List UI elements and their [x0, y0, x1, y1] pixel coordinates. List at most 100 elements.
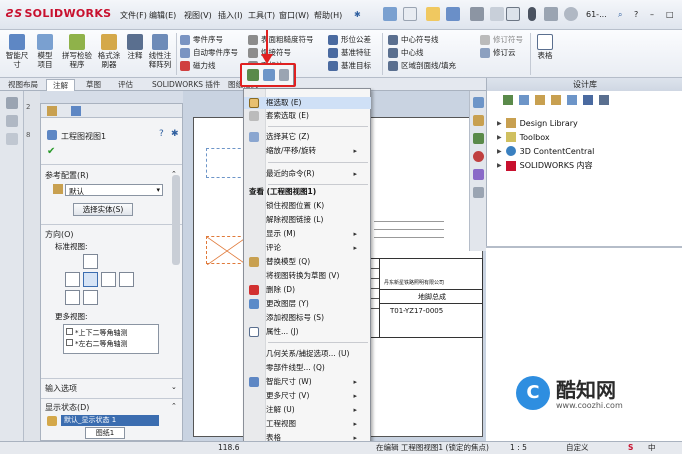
balloon-button[interactable]: 零件序号 [180, 33, 238, 46]
new-document-icon[interactable] [403, 7, 417, 21]
feature-tree-tab-icon[interactable] [47, 106, 57, 116]
smart-dimension-button[interactable]: 智能尺寸 [4, 34, 30, 69]
expand-arrow-icon[interactable]: ▶ [497, 148, 502, 155]
tree-item-3d-contentcentral[interactable]: ▶ 3D ContentCentral [497, 146, 594, 156]
menu-item-replace-model[interactable]: 替换模型 (Q) [244, 256, 371, 268]
print-icon[interactable] [470, 7, 484, 21]
ime-mode-icon[interactable]: 中 [648, 442, 656, 454]
menu-window[interactable]: 窗口(W) [279, 10, 309, 21]
revision-cloud-button[interactable]: 修订云 [480, 46, 523, 59]
menu-item-properties[interactable]: 属性... (J) [244, 326, 371, 338]
tree-item-solidworks-content[interactable]: ▶ SOLIDWORKS 内容 [497, 160, 593, 171]
center-mark-button[interactable]: 中心符号线 [388, 33, 456, 46]
search-icon[interactable]: ⌕ [618, 10, 622, 20]
sheet-icon[interactable] [6, 97, 18, 109]
menu-item-smart-dimension[interactable]: 智能尺寸 (W) ▸ [244, 376, 371, 388]
datum-feature-button[interactable]: 基准特征 [328, 46, 371, 59]
menu-item-lasso-select[interactable]: 套索选取 (E) [244, 110, 371, 122]
menu-item-select-other[interactable]: 选择其它 (Z) [244, 131, 371, 143]
expand-icon[interactable]: ⌄ [171, 383, 177, 391]
checkbox-icon[interactable] [66, 339, 73, 346]
display-state-item[interactable]: 默认_显示状态 1 [61, 415, 159, 426]
help-icon[interactable]: ? [159, 129, 164, 139]
menu-insert[interactable]: 插入(I) [218, 10, 243, 21]
view-isometric-button[interactable] [65, 290, 80, 305]
auto-balloon-button[interactable]: 自动零件序号 [180, 46, 238, 59]
ime-icon[interactable]: S [628, 442, 633, 454]
menu-item-recent-commands[interactable]: 最近的命令(R) ▸ [244, 168, 371, 180]
open-folder-icon[interactable] [426, 7, 440, 21]
menu-item-lock-view-position[interactable]: 锁住视图位置 (K) [244, 200, 371, 212]
pin-icon[interactable]: ✱ [171, 129, 179, 139]
view-top-button[interactable] [83, 254, 98, 269]
menu-item-change-layer[interactable]: 更改图层 (Y) [244, 298, 371, 310]
file-explorer-tab-icon[interactable] [473, 133, 484, 144]
weld-symbol-button[interactable]: 焊接符号 [248, 46, 314, 59]
view-back-button[interactable] [119, 272, 134, 287]
menu-item-add-view-label[interactable]: 添加视图标号 (S) [244, 312, 371, 324]
tab-view-layout[interactable]: 视图布局 [2, 79, 44, 91]
view-left-button[interactable] [65, 272, 80, 287]
expand-arrow-icon[interactable]: ▶ [497, 120, 502, 127]
solidworks-logo[interactable]: ƧS SOLIDWORKS [6, 7, 111, 20]
create-folder-icon[interactable] [551, 95, 561, 105]
note-button[interactable]: 注释 [126, 34, 144, 60]
checkbox-icon[interactable] [66, 328, 73, 335]
traffic-light-icon[interactable] [528, 7, 536, 21]
menu-file[interactable]: 文件(F) [120, 10, 147, 21]
view-boundary[interactable] [206, 148, 246, 178]
geometric-tolerance-button[interactable]: 形位公差 [328, 33, 371, 46]
help-icon[interactable]: ? [634, 10, 638, 19]
menu-item-zoom-pan-rotate[interactable]: 缩放/平移/旋转 ▸ [244, 145, 371, 157]
view-right-button[interactable] [101, 272, 116, 287]
menu-item-delete[interactable]: 删除 (D) [244, 284, 371, 296]
list-item[interactable]: *上下二等角轴测 [66, 328, 128, 338]
home-icon[interactable] [383, 7, 397, 21]
magnetic-line-button[interactable]: 磁力线 [180, 59, 238, 72]
sheet-tab[interactable]: 图纸1 [85, 427, 125, 439]
menu-item-drawing-views[interactable]: 工程视图 ▸ [244, 418, 371, 430]
tab-sketch[interactable]: 草图 [80, 79, 107, 91]
refresh-icon[interactable] [567, 95, 577, 105]
upload-icon[interactable] [583, 95, 593, 105]
menu-item-annotations[interactable]: 注解 (U) ▸ [244, 404, 371, 416]
options-gear-icon[interactable] [564, 7, 578, 21]
tab-annotation[interactable]: 注解 [46, 79, 75, 91]
forward-icon[interactable] [519, 95, 529, 105]
menu-item-display[interactable]: 显示 (M) ▸ [244, 228, 371, 240]
properties-icon[interactable] [6, 133, 18, 145]
centerline-button[interactable]: 中心线 [388, 46, 456, 59]
undo-icon[interactable] [490, 7, 504, 21]
tab-evaluate[interactable]: 评估 [112, 79, 139, 91]
rebuild-icon[interactable] [544, 7, 558, 21]
menu-item-relations-snaps[interactable]: 几何关系/捕捉选项... (U) [244, 348, 371, 360]
collapse-icon[interactable]: ⌃ [171, 402, 177, 410]
menu-item-component-line-font[interactable]: 零部件线型... (Q) [244, 362, 371, 374]
status-units[interactable]: 自定义 [566, 442, 589, 454]
back-icon[interactable] [503, 95, 513, 105]
appearance-tab-icon[interactable] [473, 151, 484, 162]
menu-item-break-alignment[interactable]: 解除视图链接 (L) [244, 214, 371, 226]
resources-tab-icon[interactable] [473, 97, 484, 108]
more-views-list[interactable]: *上下二等角轴测 *左右二等角轴测 [63, 324, 159, 354]
expand-arrow-icon[interactable]: ▶ [497, 162, 502, 169]
surface-finish-button[interactable]: 表面粗糙度符号 [248, 33, 314, 46]
menu-item-box-select[interactable]: 框选取 (E) [244, 97, 371, 109]
model-items-button[interactable]: 模型项目 [34, 34, 56, 69]
reference-config-select[interactable]: 默认 ▾ [65, 184, 163, 196]
menu-tools[interactable]: 工具(T) [248, 10, 275, 21]
menu-item-more-dimensions[interactable]: 更多尺寸 (V) ▸ [244, 390, 371, 402]
minimize-icon[interactable]: – [650, 10, 654, 19]
view-front-button[interactable] [83, 272, 98, 287]
tab-solidworks-addins[interactable]: SOLIDWORKS 插件 [146, 79, 226, 91]
menu-item-convert-to-sketch[interactable]: 将视图转换为草图 (V) [244, 270, 371, 282]
list-item[interactable]: *左右二等角轴测 [66, 339, 128, 349]
design-library-tab-icon[interactable] [473, 115, 484, 126]
area-hatch-button[interactable]: 区域剖面线/填充 [388, 59, 456, 72]
view-palette-tab-icon[interactable] [473, 187, 484, 198]
select-bodies-button[interactable]: 选择实体(S) [73, 203, 133, 216]
custom-properties-tab-icon[interactable] [473, 169, 484, 180]
menu-edit[interactable]: 编辑(E) [149, 10, 176, 21]
layer-icon[interactable] [6, 115, 18, 127]
status-sheet-scale[interactable]: 1 : 5 [510, 442, 527, 454]
